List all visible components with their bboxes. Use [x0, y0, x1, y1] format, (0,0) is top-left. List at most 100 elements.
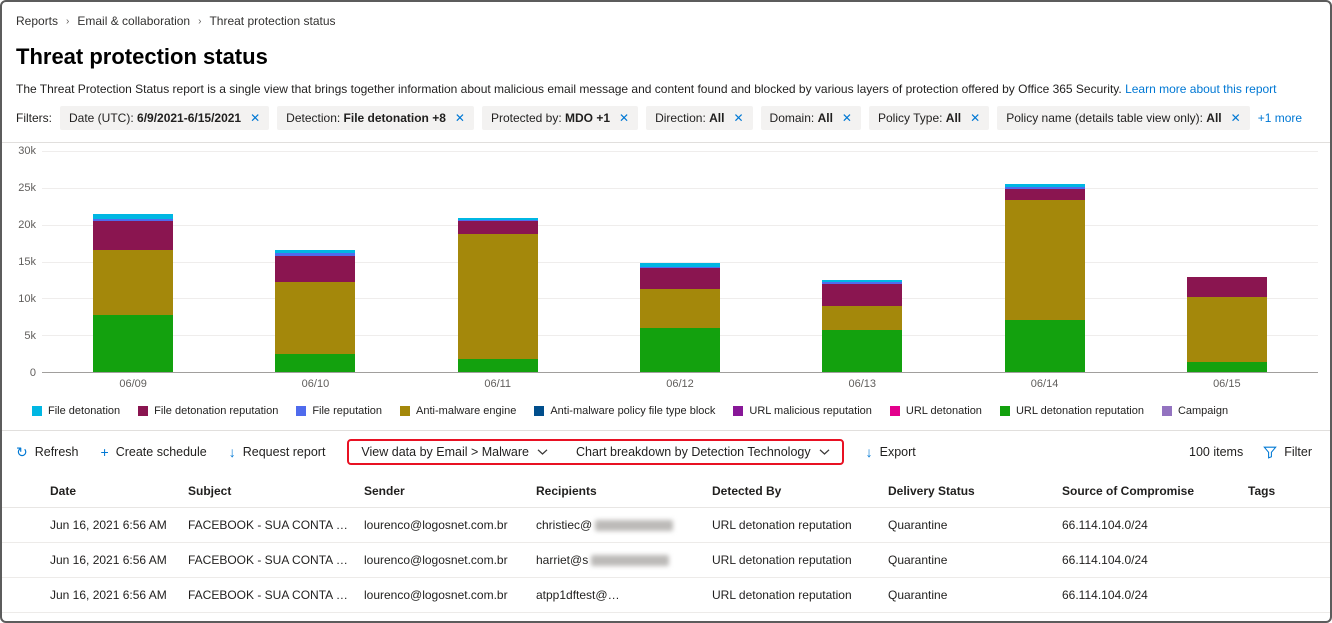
bar-segment[interactable]: [275, 353, 356, 372]
x-tick-label: 06/15: [1213, 378, 1241, 390]
column-header[interactable]: Subject: [180, 473, 356, 508]
stacked-bar[interactable]: [1004, 151, 1085, 372]
stacked-bar[interactable]: [1186, 151, 1267, 372]
bar-segment[interactable]: [822, 330, 903, 372]
subject-cell: FACEBOOK - SUA CONTA FOI TEMP...: [180, 542, 356, 578]
column-header[interactable]: Recipients: [528, 473, 704, 508]
legend-item[interactable]: URL detonation reputation: [999, 405, 1144, 417]
filters-bar: Filters: Date (UTC): 6/9/2021-6/15/2021 ✕…: [16, 106, 1316, 130]
view-data-by-dropdown[interactable]: View data by Email > Malware: [361, 445, 548, 459]
bar-segment[interactable]: [1004, 320, 1085, 372]
y-tick-label: 25k: [18, 181, 36, 194]
table-row[interactable]: Jun 16, 2021 6:56 AM FACEBOOK - SUA CONTA…: [2, 507, 1330, 543]
request-report-button[interactable]: ↓ Request report: [229, 445, 326, 459]
legend-item[interactable]: Anti-malware engine: [400, 405, 516, 417]
stacked-bar[interactable]: [822, 151, 903, 372]
filter-chip[interactable]: Domain: All ✕: [760, 106, 861, 130]
page-description: The Threat Protection Status report is a…: [16, 82, 1316, 96]
chip-remove-icon[interactable]: ✕: [619, 111, 629, 125]
filter-chip[interactable]: Detection: File detonation +8 ✕: [277, 106, 474, 130]
stacked-bar[interactable]: [457, 151, 538, 372]
tags-cell: [1240, 577, 1330, 613]
breadcrumb-reports[interactable]: Reports: [16, 14, 58, 28]
column-header[interactable]: Sender: [356, 473, 528, 508]
source-cell: 66.114.104.0/24: [1054, 542, 1240, 578]
legend-label: URL malicious reputation: [749, 405, 872, 417]
bar-segment[interactable]: [822, 283, 903, 306]
bar-segment[interactable]: [275, 255, 356, 283]
column-header[interactable]: Detected By: [704, 473, 880, 508]
table-row[interactable]: Jun 16, 2021 6:56 AM FACEBOOK - SUA CONTA…: [2, 577, 1330, 613]
bar-segment[interactable]: [639, 288, 720, 328]
column-header[interactable]: Source of Compromise: [1054, 473, 1240, 508]
stacked-bar[interactable]: [639, 151, 720, 372]
legend-item[interactable]: URL detonation: [889, 405, 982, 417]
detected-by-cell: URL detonation reputation: [704, 507, 880, 543]
table-row[interactable]: Jun 16, 2021 6:56 AM FACEBOOK - SUA CONTA…: [2, 542, 1330, 578]
stacked-bar[interactable]: [275, 151, 356, 372]
chip-remove-icon[interactable]: ✕: [455, 111, 465, 125]
more-filters-link[interactable]: +1 more: [1258, 111, 1302, 125]
bar-segment[interactable]: [639, 327, 720, 372]
filter-chip[interactable]: Policy Type: All ✕: [868, 106, 990, 130]
report-table: Date Subject Sender Recipients Detected By De…: [2, 473, 1330, 613]
bar-segment[interactable]: [822, 305, 903, 331]
bar-segment[interactable]: [639, 268, 720, 289]
refresh-button[interactable]: ↻ Refresh: [16, 445, 79, 459]
chart-column: [224, 151, 406, 372]
filter-button[interactable]: Filter: [1263, 445, 1312, 459]
legend-swatch: [296, 406, 307, 416]
bar-segment[interactable]: [1004, 189, 1085, 201]
bar-segment[interactable]: [275, 282, 356, 354]
legend-item[interactable]: File detonation reputation: [138, 405, 278, 417]
bar-segment[interactable]: [93, 314, 174, 372]
chip-remove-icon[interactable]: ✕: [842, 111, 852, 125]
y-tick-label: 10k: [18, 292, 36, 305]
legend-item[interactable]: Campaign: [1161, 405, 1228, 417]
export-button[interactable]: ↓ Export: [866, 445, 916, 459]
chart-column: [407, 151, 589, 372]
filter-chip[interactable]: Date (UTC): 6/9/2021-6/15/2021 ✕: [60, 106, 270, 130]
refresh-label: Refresh: [34, 445, 79, 459]
filter-chip[interactable]: Policy name (details table view only): A…: [997, 106, 1250, 130]
bar-segment[interactable]: [1186, 296, 1267, 363]
table-body: Jun 16, 2021 6:56 AM FACEBOOK - SUA CONTA…: [2, 507, 1330, 613]
bar-segment[interactable]: [1004, 200, 1085, 321]
legend-item[interactable]: File detonation: [32, 405, 120, 417]
learn-more-link[interactable]: Learn more about this report: [1125, 82, 1276, 96]
bar-segment[interactable]: [93, 250, 174, 315]
filter-icon: [1263, 446, 1278, 459]
sender-cell: lourenco@logosnet.com.br: [356, 542, 528, 578]
legend-item[interactable]: URL malicious reputation: [733, 405, 872, 417]
stacked-bar[interactable]: [93, 151, 174, 372]
legend-label: Anti-malware policy file type block: [550, 405, 716, 417]
column-header[interactable]: Tags: [1240, 473, 1330, 508]
bar-segment[interactable]: [457, 234, 538, 359]
bar-segment[interactable]: [457, 358, 538, 372]
column-header[interactable]: Date: [2, 473, 180, 508]
recipients-cell: christiec@: [528, 507, 704, 543]
filter-chip[interactable]: Direction: All ✕: [646, 106, 753, 130]
create-schedule-button[interactable]: + Create schedule: [101, 445, 207, 459]
subject-cell: FACEBOOK - SUA CONTA FOI TEMP...: [180, 507, 356, 543]
filter-chip[interactable]: Protected by: MDO +1 ✕: [481, 106, 639, 130]
legend-label: URL detonation reputation: [1015, 405, 1144, 417]
chart-breakdown-dropdown[interactable]: Chart breakdown by Detection Technology: [576, 445, 830, 459]
chip-remove-icon[interactable]: ✕: [970, 111, 980, 125]
legend-item[interactable]: Anti-malware policy file type block: [534, 405, 715, 417]
y-tick-label: 20k: [18, 218, 36, 231]
legend-item[interactable]: File reputation: [296, 405, 382, 417]
bar-segment[interactable]: [93, 221, 174, 251]
bar-segment[interactable]: [1186, 362, 1267, 372]
delivery-status-cell: Quarantine: [880, 542, 1054, 578]
chip-remove-icon[interactable]: ✕: [250, 111, 260, 125]
bar-segment[interactable]: [457, 221, 538, 235]
bar-segment[interactable]: [1186, 277, 1267, 297]
refresh-icon: ↻: [16, 444, 28, 460]
chip-remove-icon[interactable]: ✕: [1231, 111, 1241, 125]
column-header[interactable]: Delivery Status: [880, 473, 1054, 508]
legend-swatch: [733, 406, 744, 416]
breadcrumb-email-collaboration[interactable]: Email & collaboration: [77, 14, 190, 28]
chip-remove-icon[interactable]: ✕: [733, 111, 743, 125]
view-data-by-label: View data by Email > Malware: [361, 445, 529, 459]
